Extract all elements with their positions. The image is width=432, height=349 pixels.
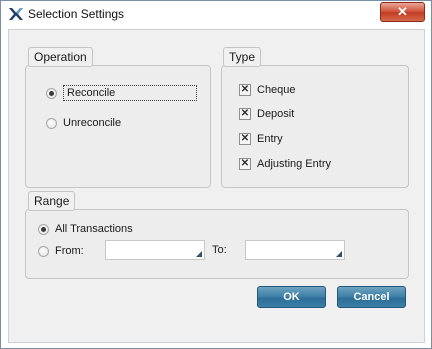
- radio-button[interactable]: [38, 245, 49, 257]
- checkbox-checked-icon[interactable]: ✕: [239, 133, 251, 145]
- dropdown-grip-icon[interactable]: [336, 251, 342, 257]
- from-label: From:: [55, 245, 84, 257]
- checkbox-entry[interactable]: ✕ Entry: [239, 133, 283, 145]
- to-date-field[interactable]: [245, 240, 345, 260]
- checkbox-checked-icon[interactable]: ✕: [239, 84, 251, 96]
- checkbox-checked-icon[interactable]: ✕: [239, 108, 251, 120]
- app-logo-icon: [9, 8, 23, 20]
- checkbox-deposit-label: Deposit: [257, 108, 295, 120]
- from-date-field[interactable]: [105, 240, 205, 260]
- checkbox-deposit[interactable]: ✕ Deposit: [239, 108, 294, 120]
- radio-button[interactable]: [38, 223, 49, 235]
- close-button[interactable]: ✕: [380, 2, 425, 22]
- radio-reconcile-label: Reconcile: [63, 85, 197, 101]
- cancel-button[interactable]: Cancel: [337, 286, 406, 308]
- checkbox-adjusting-entry[interactable]: ✕ Adjusting Entry: [239, 158, 331, 170]
- checkbox-entry-label: Entry: [257, 133, 283, 145]
- checkbox-checked-icon[interactable]: ✕: [239, 158, 251, 170]
- checkbox-adjusting-entry-label: Adjusting Entry: [257, 158, 331, 170]
- dropdown-grip-icon[interactable]: [196, 251, 202, 257]
- selection-settings-dialog: Selection Settings ✕ Operation Reconcile…: [0, 0, 432, 349]
- radio-from[interactable]: From:: [38, 245, 84, 257]
- radio-button[interactable]: [46, 87, 57, 99]
- radio-unreconcile[interactable]: Unreconcile: [46, 117, 121, 129]
- range-legend: Range: [28, 191, 76, 211]
- type-legend: Type: [223, 47, 262, 67]
- checkbox-cheque-label: Cheque: [257, 84, 296, 96]
- operation-legend: Operation: [28, 47, 93, 67]
- radio-all-transactions[interactable]: All Transactions: [38, 223, 133, 235]
- radio-unreconcile-label: Unreconcile: [63, 117, 122, 129]
- to-label: To:: [212, 244, 227, 256]
- dialog-body: Operation Reconcile Unreconcile Type ✕ C…: [8, 29, 425, 343]
- ok-button[interactable]: OK: [257, 286, 326, 308]
- radio-all-transactions-label: All Transactions: [55, 223, 133, 235]
- close-icon: ✕: [397, 4, 408, 19]
- window-title: Selection Settings: [28, 7, 125, 21]
- radio-button[interactable]: [46, 117, 57, 129]
- title-bar: Selection Settings ✕: [1, 1, 431, 27]
- checkbox-cheque[interactable]: ✕ Cheque: [239, 84, 296, 96]
- radio-reconcile[interactable]: Reconcile: [46, 85, 197, 101]
